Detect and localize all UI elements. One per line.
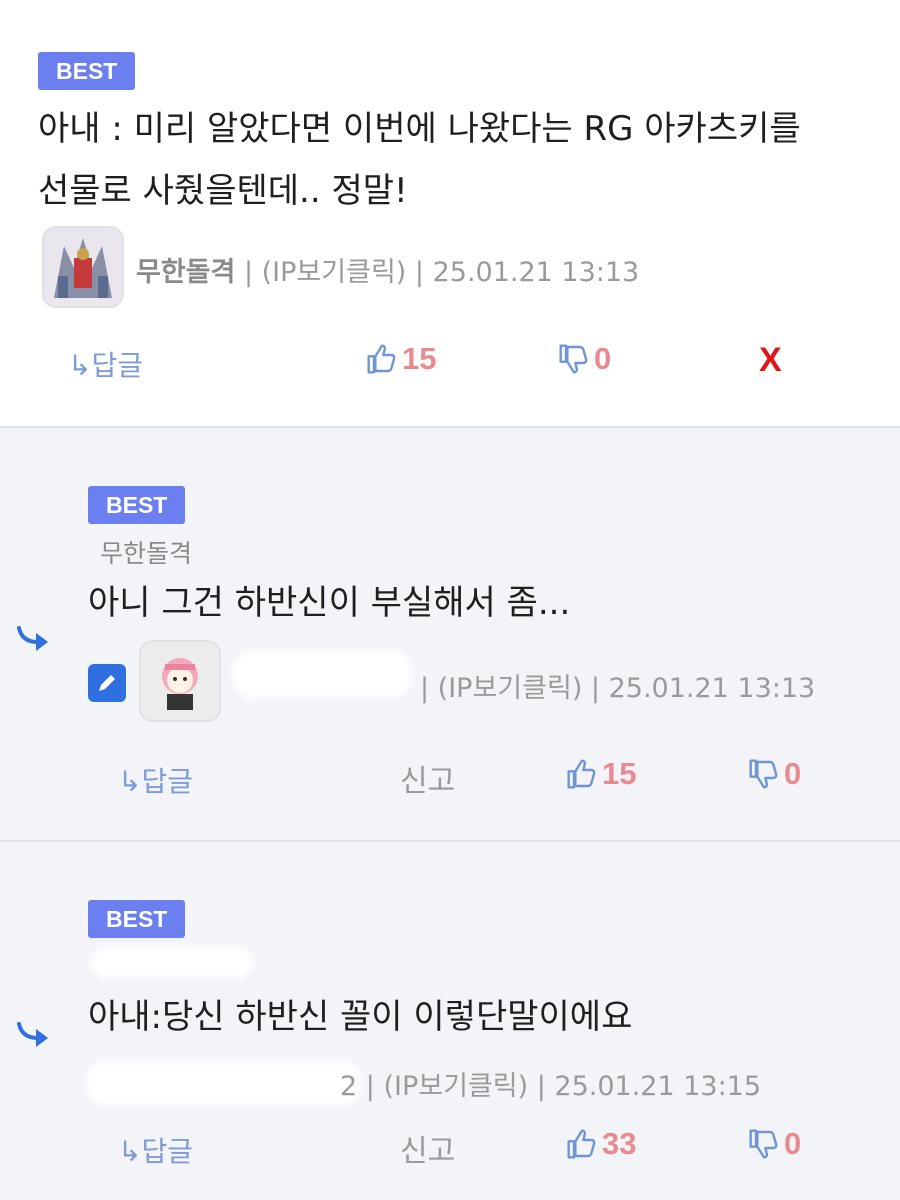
comment-3: BEST 아내:당신 하반신 꼴이 이렇단말이에요 2 | (IP보기클릭) |… <box>0 840 900 1200</box>
ip-and-date[interactable]: | (IP보기클릭) | 25.01.21 13:13 <box>244 257 639 288</box>
thumbs-up-icon <box>567 759 596 789</box>
thumbs-down-icon <box>749 759 778 789</box>
thumbs-down-icon <box>749 1129 778 1159</box>
upvote-button[interactable]: 15 <box>566 756 636 792</box>
avatar[interactable] <box>139 640 221 722</box>
best-badge: BEST <box>38 52 136 90</box>
upvote-count: 15 <box>402 341 437 376</box>
edit-icon[interactable] <box>88 664 126 702</box>
comment-2: BEST 무한돌격 아니 그건 하반신이 부실해서 좀... | (IP보기클릭… <box>0 426 900 840</box>
upvote-button[interactable]: 33 <box>566 1126 636 1162</box>
parent-nickname: 무한돌격 <box>100 539 193 568</box>
comment-text: 아내:당신 하반신 꼴이 이렇단말이에요 <box>88 997 633 1037</box>
downvote-button[interactable]: 0 <box>558 341 611 377</box>
delete-button[interactable]: X <box>759 341 782 380</box>
comment-1: BEST 아내 : 미리 알았다면 이번에 나왔다는 RG 아카츠키를 선물로 … <box>0 0 900 426</box>
ip-and-date[interactable]: 2 | (IP보기클릭) | 25.01.21 13:15 <box>340 1064 761 1103</box>
reply-button[interactable]: ↳답글 <box>118 760 193 800</box>
upvote-button[interactable]: 15 <box>366 341 436 377</box>
avatar[interactable] <box>42 226 124 308</box>
nickname[interactable]: 무한돌격 <box>136 257 235 288</box>
comment-text-line: 아내 : 미리 알았다면 이번에 나왔다는 RG 아카츠키를 <box>38 109 801 149</box>
report-button[interactable]: 신고 <box>400 756 455 800</box>
downvote-button[interactable]: 0 <box>748 756 801 792</box>
blurred-nickname <box>86 1060 362 1106</box>
reply-arrow-icon <box>17 626 48 651</box>
upvote-count: 15 <box>602 756 637 791</box>
upvote-count: 33 <box>602 1126 637 1161</box>
reply-button[interactable]: ↳답글 <box>118 1130 193 1170</box>
reply-arrow-icon <box>17 1022 48 1047</box>
blurred-parent-nickname <box>90 946 254 978</box>
ip-and-date[interactable]: | (IP보기클릭) | 25.01.21 13:13 <box>420 666 815 705</box>
reply-button[interactable]: ↳답글 <box>68 344 143 384</box>
thumbs-up-icon <box>567 1129 596 1159</box>
comment-meta: 무한돌격 | (IP보기클릭) | 25.01.21 13:13 <box>136 250 639 289</box>
best-badge: BEST <box>88 486 186 524</box>
ip-text: | (IP보기클릭) | 25.01.21 13:15 <box>365 1071 762 1102</box>
blurred-nickname <box>232 650 412 698</box>
best-badge: BEST <box>88 900 186 938</box>
comment-text-line: 선물로 사줬을텐데.. 정말! <box>38 171 408 211</box>
comment-text: 아내 : 미리 알았다면 이번에 나왔다는 RG 아카츠키를 선물로 사줬을텐데… <box>38 98 801 222</box>
pencil-icon <box>99 675 115 691</box>
downvote-button[interactable]: 0 <box>748 1126 801 1162</box>
thumbs-down-icon <box>559 344 588 374</box>
downvote-count: 0 <box>784 756 802 791</box>
comment-text: 아니 그건 하반신이 부실해서 좀... <box>88 583 571 623</box>
report-button[interactable]: 신고 <box>400 1126 455 1170</box>
ip-prefix: 2 <box>340 1071 358 1102</box>
avatar-image <box>44 228 122 306</box>
thumbs-up-icon <box>367 344 396 374</box>
avatar-image <box>141 642 219 720</box>
downvote-count: 0 <box>594 341 612 376</box>
downvote-count: 0 <box>784 1126 802 1161</box>
